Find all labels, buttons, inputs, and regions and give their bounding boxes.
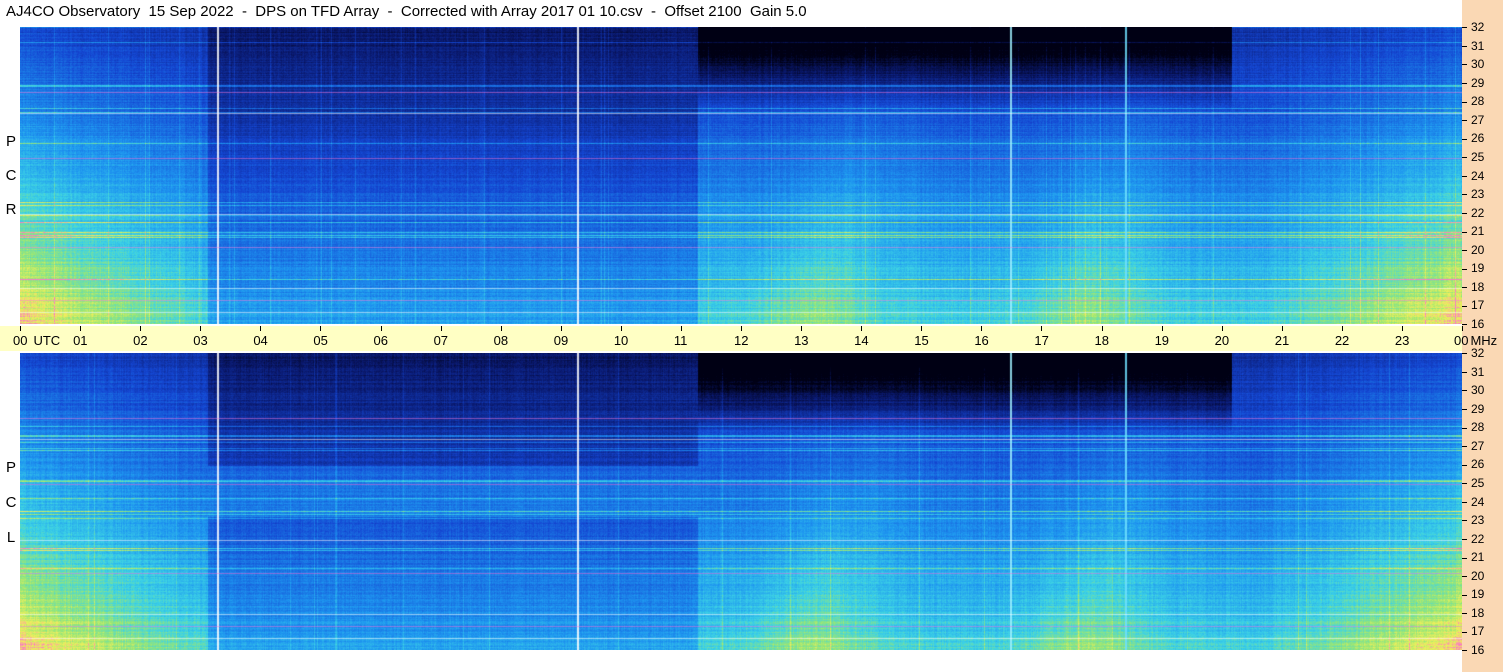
utc-tick-mark [80,326,82,331]
bottom-freq-tick-23: 23 [1462,514,1484,526]
top-freq-tick-19: 19 [1462,262,1484,274]
top-freq-tick-24: 24 [1462,170,1484,182]
bottom-freq-tick-20: 20 [1462,570,1484,582]
utc-unit-label: UTC [33,333,61,348]
utc-tick-mark [1101,326,1103,331]
utc-tick-mark [1401,326,1403,331]
utc-hour-label: 04 [253,333,268,348]
top-freq-tick-21: 21 [1462,225,1484,237]
utc-tick-mark [620,326,622,331]
utc-tick-mark [1281,326,1283,331]
utc-hour-label: 03 [193,333,208,348]
top-freq-tick-29: 29 [1462,77,1484,89]
utc-hour-label: 10 [613,333,629,348]
utc-tick-mark [320,326,322,331]
bottom-freq-tick-25: 25 [1462,477,1484,489]
top-freq-tick-18: 18 [1462,281,1484,293]
top-panel-letter-c: C [5,167,17,184]
top-freq-tick-17: 17 [1462,299,1484,311]
utc-tick-mark [20,326,21,331]
utc-tick-mark [260,326,262,331]
utc-tick-mark [1462,326,1463,331]
bottom-freq-tick-28: 28 [1462,421,1484,433]
utc-time-axis [0,326,1462,351]
top-freq-tick-22: 22 [1462,207,1484,219]
top-freq-tick-16: 16 [1462,318,1484,330]
top-freq-tick-20: 20 [1462,244,1484,256]
utc-hour-label: 15 [914,333,929,348]
bottom-freq-tick-29: 29 [1462,403,1484,415]
bottom-panel-letter-l: L [6,529,16,546]
utc-hour-label: 00 UTC [13,333,61,348]
bottom-freq-tick-27: 27 [1462,440,1484,452]
bottom-freq-tick-30: 30 [1462,384,1484,396]
top-panel-letter-r: R [5,201,17,218]
bottom-freq-tick-18: 18 [1462,607,1484,619]
bottom-freq-tick-26: 26 [1462,458,1484,470]
bottom-freq-tick-21: 21 [1462,551,1484,563]
utc-hour-label: 05 [313,333,328,348]
utc-hour-label: 14 [854,333,869,348]
utc-hour-label: 01 [73,333,88,348]
utc-hour-label: 08 [493,333,509,348]
utc-hour-label: 09 [553,333,569,348]
utc-hour-label: 12 [734,333,749,348]
top-freq-tick-25: 25 [1462,151,1484,163]
utc-tick-mark [801,326,803,331]
utc-tick-mark [140,326,142,331]
bottom-freq-tick-19: 19 [1462,588,1484,600]
window-title: AJ4CO Observatory 15 Sep 2022 - DPS on T… [6,3,807,20]
utc-hour-label: 19 [1154,333,1170,348]
utc-hour-label: 22 [1334,333,1350,348]
mhz-unit-label: MHz [1470,333,1498,348]
utc-tick-mark [981,326,983,331]
top-freq-tick-26: 26 [1462,132,1484,144]
utc-hour-label: 21 [1274,333,1290,348]
lcp-spectrogram [20,353,1462,650]
bottom-freq-tick-16: 16 [1462,644,1484,656]
rcp-spectrogram [20,27,1462,324]
utc-tick-mark [500,326,502,331]
top-freq-tick-32: 32 [1462,21,1484,33]
bottom-freq-tick-31: 31 [1462,366,1484,378]
utc-tick-mark [380,326,382,331]
bottom-panel-letter-p: P [5,459,16,476]
bottom-freq-tick-32: 32 [1462,347,1484,359]
utc-hour-label: 11 [673,333,688,348]
utc-hour-label: 13 [794,333,809,348]
top-freq-tick-23: 23 [1462,188,1484,200]
utc-hour-label: 06 [373,333,388,348]
utc-tick-mark [560,326,562,331]
utc-hour-label: 00 MHz [1454,333,1498,348]
top-freq-tick-27: 27 [1462,114,1484,126]
utc-tick-mark [741,326,742,331]
utc-tick-mark [1221,326,1223,331]
utc-tick-mark [861,326,863,331]
lcp-spectrogram-canvas [20,353,1462,650]
utc-tick-mark [440,326,442,331]
utc-tick-mark [200,326,202,331]
utc-tick-mark [1341,326,1343,331]
bottom-freq-tick-24: 24 [1462,496,1484,508]
top-freq-tick-30: 30 [1462,58,1484,70]
top-panel-letter-p: P [5,133,16,150]
bottom-panel-letter-c: C [5,494,17,511]
top-freq-tick-31: 31 [1462,40,1484,52]
utc-hour-label: 18 [1094,333,1109,348]
top-freq-tick-28: 28 [1462,95,1484,107]
utc-hour-label: 07 [433,333,449,348]
bottom-freq-tick-17: 17 [1462,625,1484,637]
utc-hour-label: 16 [974,333,989,348]
rcp-spectrogram-canvas [20,27,1462,324]
utc-hour-label: 23 [1394,333,1410,348]
bottom-freq-tick-22: 22 [1462,533,1484,545]
utc-tick-mark [921,326,923,331]
utc-hour-label: 20 [1214,333,1230,348]
utc-hour-label: 17 [1034,333,1049,348]
utc-tick-mark [1041,326,1043,331]
utc-tick-mark [680,326,682,331]
utc-tick-mark [1161,326,1163,331]
utc-hour-label: 02 [133,333,148,348]
